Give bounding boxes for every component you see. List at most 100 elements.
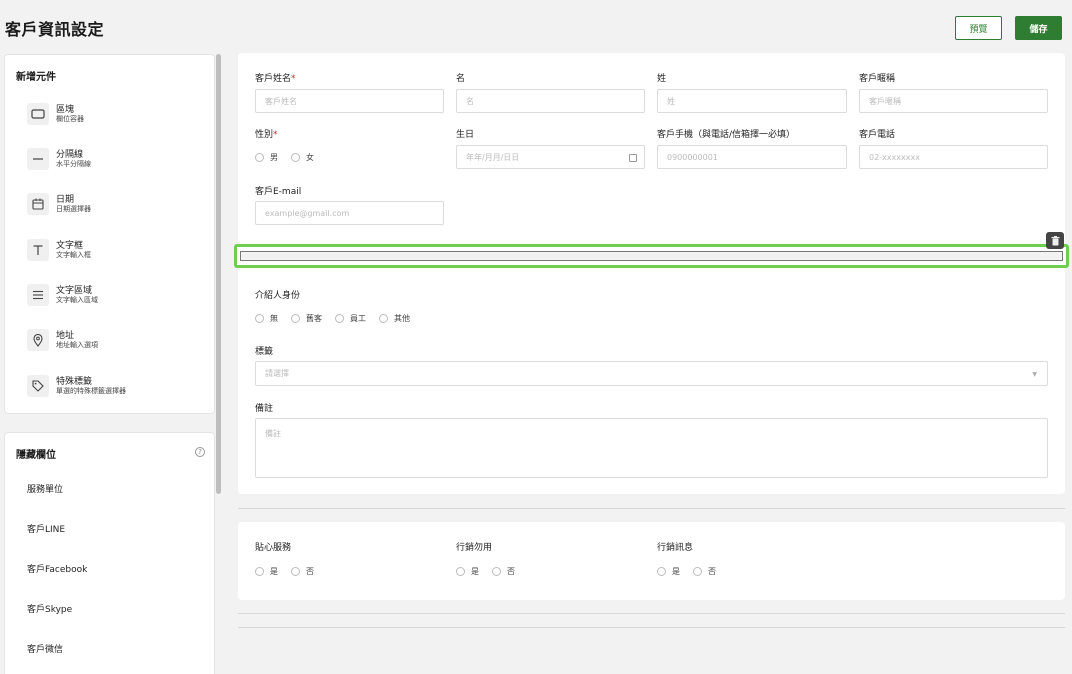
marketing-msg-no-radio[interactable] (693, 567, 702, 576)
text-icon (27, 239, 49, 261)
component-divider[interactable]: 分隔線 水平分隔線 (27, 146, 207, 172)
textarea-icon (27, 284, 49, 306)
hidden-field-item[interactable]: 客戶Skype (27, 602, 72, 615)
no-marketing-label: 行銷勿用 (456, 543, 493, 553)
first-name-input[interactable]: 名 (456, 89, 645, 113)
block-icon (27, 103, 49, 125)
divider-icon (27, 148, 49, 170)
tags-select[interactable]: 請選擇 ▼ (255, 361, 1048, 386)
email-label: 客戶E-mail (255, 187, 302, 197)
component-special-tag[interactable]: 特殊標籤 單選的特殊標籤選擇器 (27, 373, 207, 399)
care-service-label: 貼心服務 (255, 543, 292, 553)
help-icon[interactable]: ? (195, 447, 205, 457)
notes-textarea[interactable]: 備註 (255, 418, 1048, 478)
marketing-msg-radio-group: 是 否 (657, 566, 729, 577)
radio-label: 是 (471, 567, 479, 576)
tags-label: 標籤 (255, 347, 274, 357)
sidebar-scrollbar[interactable] (216, 54, 221, 494)
components-panel: 新增元件 區塊 欄位容器 分隔線 水平分隔線 日期 日期選擇器 文字框 文字輸入… (4, 54, 215, 414)
hidden-field-item[interactable]: 服務單位 (27, 482, 63, 495)
preview-button[interactable]: 預覽 (955, 16, 1002, 40)
save-button[interactable]: 儲存 (1015, 16, 1062, 40)
radio-label: 無 (270, 314, 278, 323)
birthday-label: 生日 (456, 130, 475, 140)
referrer-radio-group: 無 舊客 員工 其他 (255, 313, 423, 324)
hidden-field-item[interactable]: 客戶LINE (27, 522, 65, 535)
phone-input[interactable]: 02-xxxxxxxx (859, 145, 1048, 169)
component-block[interactable]: 區塊 欄位容器 (27, 101, 207, 127)
radio-label: 是 (270, 567, 278, 576)
first-name-label: 名 (456, 74, 466, 84)
customer-info-card: 客戶姓名* 客戶姓名 名 名 姓 姓 客戶暱稱 客戶暱稱 性別* 男 女 生日 … (238, 53, 1065, 494)
section-divider (238, 627, 1065, 628)
referrer-old-customer-radio[interactable] (291, 314, 300, 323)
referrer-employee-radio[interactable] (335, 314, 344, 323)
marketing-msg-yes-radio[interactable] (657, 567, 666, 576)
gender-radio-group: 男 女 (255, 152, 327, 163)
chevron-down-icon: ▼ (1032, 371, 1037, 378)
marketing-card: 貼心服務 是 否 行銷勿用 是 否 行銷訊息 是 否 (238, 522, 1065, 600)
top-bar: 客戶資訊設定 預覽 儲存 (0, 0, 1072, 52)
hidden-field-item[interactable]: 客戶微信 (27, 642, 63, 655)
birthday-input[interactable]: 年年/月月/日日 (456, 145, 645, 169)
selected-divider-element[interactable] (234, 244, 1069, 268)
phone-label: 客戶電話 (859, 130, 896, 140)
component-desc: 欄位容器 (56, 115, 84, 123)
section-divider (238, 613, 1065, 614)
radio-label: 否 (708, 567, 716, 576)
radio-label: 男 (270, 153, 278, 162)
last-name-input[interactable]: 姓 (657, 89, 847, 113)
mobile-label: 客戶手機（與電話/信箱擇一必填） (657, 130, 796, 140)
gender-label: 性別* (255, 130, 278, 140)
components-panel-title: 新增元件 (16, 72, 56, 83)
referrer-none-radio[interactable] (255, 314, 264, 323)
component-address[interactable]: 地址 地址輸入選項 (27, 327, 207, 353)
component-desc: 地址輸入選項 (56, 341, 98, 349)
component-textarea[interactable]: 文字區域 文字輸入區域 (27, 282, 207, 308)
care-service-no-radio[interactable] (291, 567, 300, 576)
radio-label: 是 (672, 567, 680, 576)
care-service-yes-radio[interactable] (255, 567, 264, 576)
mobile-input[interactable]: 0900000001 (657, 145, 847, 169)
customer-name-input[interactable]: 客戶姓名 (255, 89, 444, 113)
location-icon (27, 329, 49, 351)
email-input[interactable]: example@gmail.com (255, 201, 444, 225)
delete-button[interactable] (1046, 232, 1064, 249)
component-textbox[interactable]: 文字框 文字輸入框 (27, 237, 207, 263)
last-name-label: 姓 (657, 74, 667, 84)
care-service-radio-group: 是 否 (255, 566, 327, 577)
tag-icon (27, 375, 49, 397)
marketing-msg-label: 行銷訊息 (657, 543, 694, 553)
notes-label: 備註 (255, 404, 274, 414)
hidden-fields-panel: 隱藏欄位 ? 服務單位 客戶LINE 客戶Facebook 客戶Skype 客戶… (4, 432, 215, 674)
tags-placeholder: 請選擇 (265, 369, 289, 378)
component-desc: 文字輸入區域 (56, 296, 98, 304)
calendar-icon[interactable] (629, 154, 637, 162)
customer-name-label: 客戶姓名* (255, 74, 296, 84)
calendar-icon (27, 193, 49, 215)
radio-label: 否 (507, 567, 515, 576)
nickname-label: 客戶暱稱 (859, 74, 896, 84)
component-desc: 日期選擇器 (56, 205, 91, 213)
no-marketing-radio-group: 是 否 (456, 566, 528, 577)
trash-icon (1051, 235, 1059, 245)
hidden-field-item[interactable]: 客戶Facebook (27, 562, 87, 575)
gender-male-radio[interactable] (255, 153, 264, 162)
radio-label: 女 (306, 153, 314, 162)
hidden-fields-title: 隱藏欄位 (16, 450, 56, 461)
nickname-input[interactable]: 客戶暱稱 (859, 89, 1048, 113)
page-title: 客戶資訊設定 (5, 20, 105, 39)
component-desc: 文字輸入框 (56, 251, 91, 259)
component-date[interactable]: 日期 日期選擇器 (27, 191, 207, 217)
radio-label: 舊客 (306, 314, 322, 323)
no-marketing-no-radio[interactable] (492, 567, 501, 576)
radio-label: 員工 (350, 314, 366, 323)
section-divider (238, 508, 1065, 509)
referrer-label: 介紹人身份 (255, 291, 301, 301)
component-desc: 單選的特殊標籤選擇器 (56, 387, 126, 395)
referrer-other-radio[interactable] (379, 314, 388, 323)
birthday-placeholder: 年年/月月/日日 (466, 152, 520, 162)
no-marketing-yes-radio[interactable] (456, 567, 465, 576)
gender-female-radio[interactable] (291, 153, 300, 162)
component-desc: 水平分隔線 (56, 160, 91, 168)
